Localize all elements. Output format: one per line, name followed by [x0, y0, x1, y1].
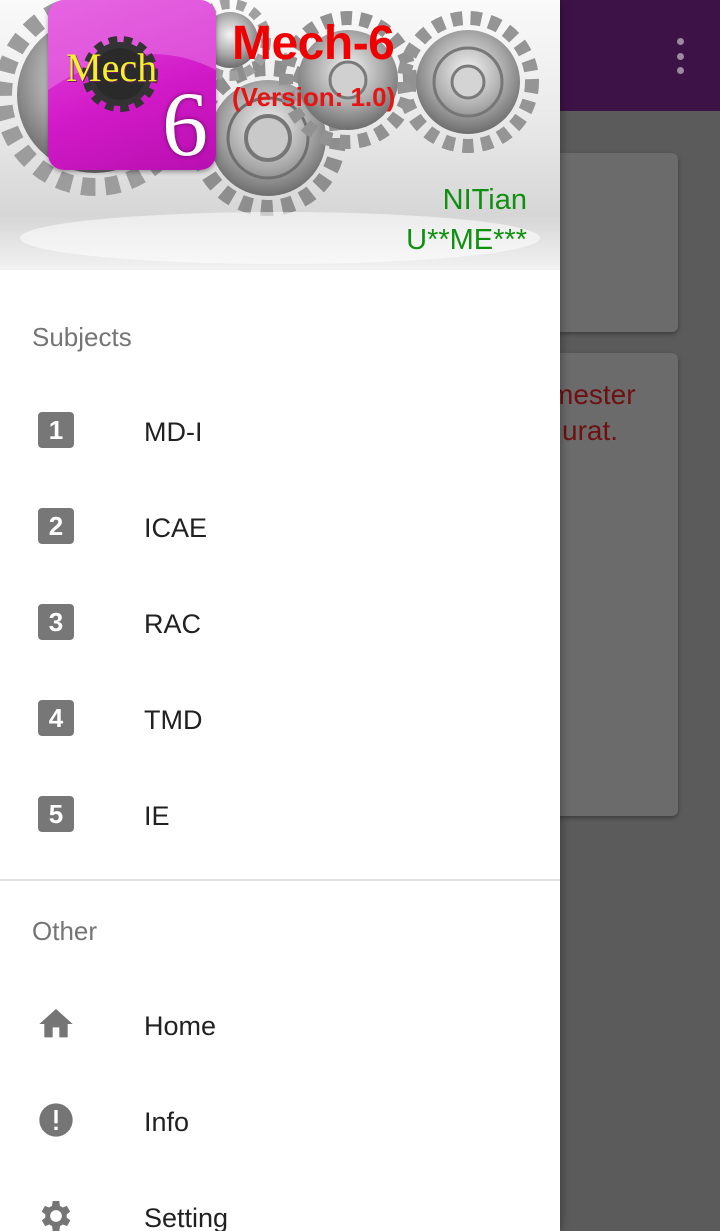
navigation-drawer: Mech 6 Mech-6 (Version: 1.0) NITian U**M…	[0, 0, 560, 1231]
drawer-scrim[interactable]	[560, 0, 720, 1231]
logo-word: Mech	[66, 45, 158, 90]
divider	[0, 879, 560, 881]
section-label-other: Other	[32, 916, 98, 946]
app-title: Mech-6	[232, 17, 395, 70]
number-4-icon: 4	[36, 698, 76, 738]
number-3-icon: 3	[36, 602, 76, 642]
gear-icon	[36, 1196, 76, 1231]
nav-item-setting[interactable]: Setting	[0, 1170, 560, 1231]
app-logo: Mech 6	[48, 0, 216, 170]
nav-item-label: RAC	[144, 609, 202, 639]
nav-item-ie[interactable]: 5 IE	[0, 768, 560, 864]
nav-item-label: IE	[144, 801, 170, 831]
header-subtitle: NITian	[442, 184, 527, 216]
nav-item-info[interactable]: Info	[0, 1074, 560, 1170]
nav-item-home[interactable]: Home	[0, 978, 560, 1074]
nav-item-icae[interactable]: 2 ICAE	[0, 480, 560, 576]
nav-item-label: Info	[144, 1107, 190, 1137]
nav-item-label: MD-I	[144, 417, 203, 447]
drawer-header: Mech 6 Mech-6 (Version: 1.0) NITian U**M…	[0, 0, 560, 270]
number-2-icon: 2	[36, 506, 76, 546]
header-user: U**ME***	[406, 224, 527, 256]
nav-item-label: ICAE	[144, 513, 208, 543]
app-version: (Version: 1.0)	[232, 82, 396, 112]
nav-item-label: TMD	[144, 705, 203, 735]
section-label-subjects: Subjects	[32, 322, 132, 352]
number-1-icon: 1	[36, 410, 76, 450]
nav-item-label: Setting	[144, 1203, 229, 1231]
nav-item-rac[interactable]: 3 RAC	[0, 576, 560, 672]
info-icon	[36, 1100, 76, 1140]
nav-item-md-i[interactable]: 1 MD-I	[0, 384, 560, 480]
nav-item-label: Home	[144, 1011, 217, 1041]
nav-item-tmd[interactable]: 4 TMD	[0, 672, 560, 768]
home-icon	[36, 1004, 76, 1044]
logo-number: 6	[162, 73, 208, 170]
number-5-icon: 5	[36, 794, 76, 834]
